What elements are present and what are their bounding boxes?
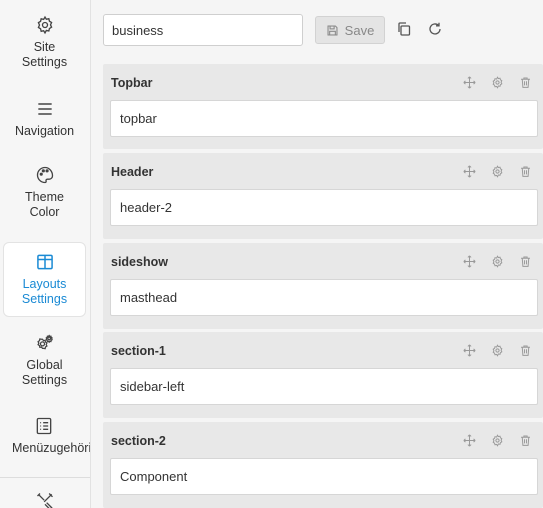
section-actions	[461, 253, 533, 269]
gear-icon[interactable]	[489, 253, 505, 269]
section-title: section-1	[111, 344, 166, 358]
trash-icon[interactable]	[517, 74, 533, 90]
gears-icon	[34, 332, 56, 354]
layout-section: section-1 sidebar-left	[103, 332, 543, 418]
section-actions	[461, 342, 533, 358]
section-position-field[interactable]: Component	[110, 458, 538, 495]
move-icon[interactable]	[461, 342, 477, 358]
trash-icon[interactable]	[517, 432, 533, 448]
layout-section: Header header-2	[103, 153, 543, 239]
editor-toolbar: Save	[91, 0, 543, 60]
palette-icon	[34, 164, 56, 186]
menu-icon	[34, 98, 56, 120]
sidebar-item-tools[interactable]	[3, 490, 86, 508]
section-position-field[interactable]: sidebar-left	[110, 368, 538, 405]
sidebar-item-layouts-settings[interactable]: Layouts Settings	[3, 242, 86, 317]
tools-icon	[34, 490, 56, 508]
save-button[interactable]: Save	[315, 16, 385, 44]
section-title: Topbar	[111, 76, 153, 90]
move-icon[interactable]	[461, 74, 477, 90]
gear-icon	[34, 14, 56, 36]
sidebar-item-label: Menüzugehörigkeit	[12, 441, 91, 455]
layout-section: section-2 Component	[103, 422, 543, 508]
sidebar-item-label: Layouts Settings	[21, 277, 68, 306]
section-position-field[interactable]: header-2	[110, 189, 538, 226]
sidebar-divider	[0, 477, 90, 478]
section-title: Header	[111, 165, 154, 179]
trash-icon[interactable]	[517, 342, 533, 358]
copy-icon[interactable]	[396, 21, 412, 37]
move-icon[interactable]	[461, 432, 477, 448]
sidebar-item-global-settings[interactable]: Global Settings	[3, 332, 86, 388]
refresh-icon[interactable]	[427, 21, 443, 37]
gear-icon[interactable]	[489, 74, 505, 90]
section-title: sideshow	[111, 255, 168, 269]
sidebar-item-label: Theme Color	[25, 190, 64, 219]
sidebar-item-label: Navigation	[14, 124, 75, 138]
trash-icon[interactable]	[517, 163, 533, 179]
trash-icon[interactable]	[517, 253, 533, 269]
sidebar-item-theme-color[interactable]: Theme Color	[3, 164, 86, 220]
layout-icon	[34, 251, 56, 273]
move-icon[interactable]	[461, 253, 477, 269]
layout-section: Topbar topbar	[103, 64, 543, 149]
checklist-icon	[33, 415, 55, 437]
gear-icon[interactable]	[489, 342, 505, 358]
sidebar-item-label: Site Settings	[21, 40, 68, 69]
layout-section: sideshow masthead	[103, 243, 543, 329]
sidebar-item-site-settings[interactable]: Site Settings	[3, 14, 86, 70]
gear-icon[interactable]	[489, 163, 505, 179]
layout-editor: Save Topbar topbar Header	[91, 0, 543, 508]
section-actions	[461, 432, 533, 448]
move-icon[interactable]	[461, 163, 477, 179]
gear-icon[interactable]	[489, 432, 505, 448]
layout-name-input[interactable]	[103, 14, 303, 46]
section-actions	[461, 163, 533, 179]
sidebar-item-navigation[interactable]: Navigation	[3, 98, 86, 139]
sidebar-item-menu-assignment[interactable]: Menüzugehörigkeit	[3, 415, 91, 456]
section-position-field[interactable]: topbar	[110, 100, 538, 137]
section-title: section-2	[111, 434, 166, 448]
save-icon	[326, 24, 339, 37]
save-button-label: Save	[344, 22, 375, 38]
app-root: Site Settings Navigation Theme Color Lay…	[0, 0, 543, 508]
section-position-field[interactable]: masthead	[110, 279, 538, 316]
sidebar-item-label: Global Settings	[21, 358, 68, 387]
section-actions	[461, 74, 533, 90]
sidebar: Site Settings Navigation Theme Color Lay…	[0, 0, 91, 508]
